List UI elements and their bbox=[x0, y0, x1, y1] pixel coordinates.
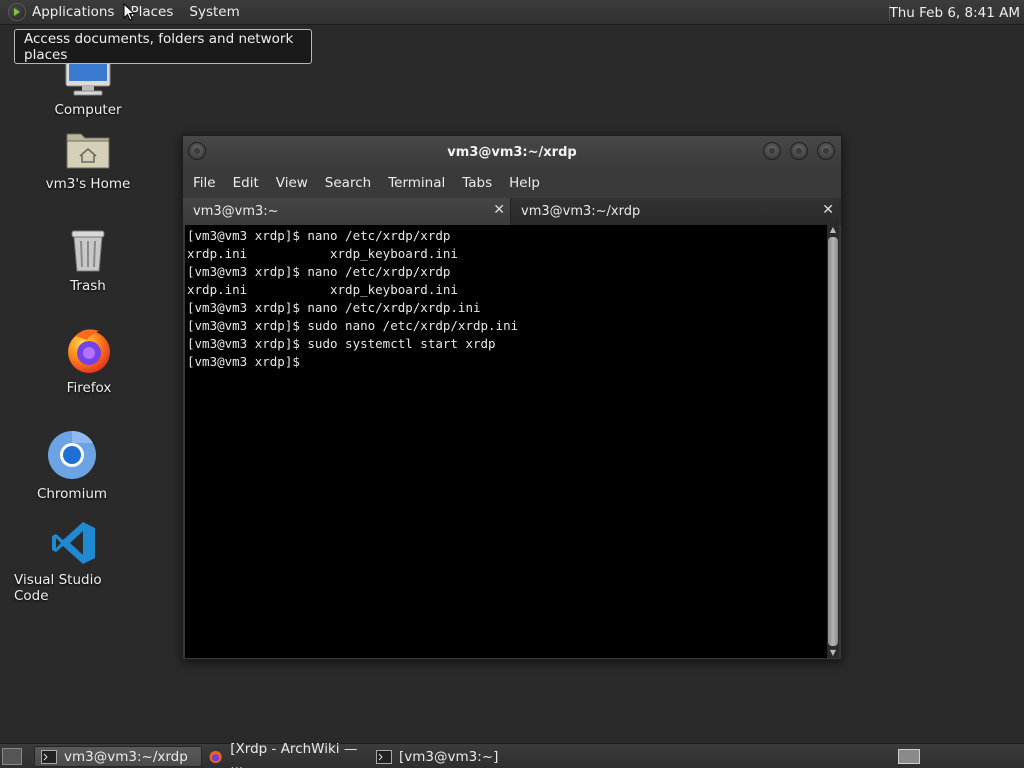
workspace-switcher[interactable] bbox=[898, 749, 920, 764]
terminal-tabbar: vm3@vm3:~ ✕ vm3@vm3:~/xrdp ✕ bbox=[183, 198, 841, 225]
desktop-icon-label: vm3's Home bbox=[45, 176, 131, 192]
computer-icon bbox=[65, 62, 111, 96]
close-window-button[interactable] bbox=[817, 142, 835, 160]
desktop-icon-label: Trash bbox=[70, 278, 106, 294]
desktop-icon-label: Computer bbox=[54, 102, 122, 118]
tab-label: vm3@vm3:~/xrdp bbox=[521, 204, 641, 219]
terminal-line: [vm3@vm3 xrdp]$ sudo nano /etc/xrdp/xrdp… bbox=[187, 318, 519, 333]
minimize-button[interactable] bbox=[763, 142, 781, 160]
terminal-menubar: File Edit View Search Terminal Tabs Help bbox=[183, 168, 841, 198]
desktop-icon-computer[interactable]: Computer bbox=[28, 62, 148, 118]
desktop-icon-vscode[interactable]: Visual Studio Code bbox=[14, 520, 134, 604]
maximize-button[interactable] bbox=[790, 142, 808, 160]
terminal-line: xrdp.ini xrdp_keyboard.ini bbox=[187, 282, 458, 297]
desktop-icon-chromium[interactable]: Chromium bbox=[12, 430, 132, 502]
show-desktop-button[interactable] bbox=[2, 748, 22, 765]
terminal-line: [vm3@vm3 xrdp]$ nano /etc/xrdp/xrdp.ini bbox=[187, 300, 481, 315]
menu-tabs[interactable]: Tabs bbox=[454, 168, 500, 198]
scroll-up-icon[interactable]: ▲ bbox=[827, 225, 839, 235]
terminal-window[interactable]: vm3@vm3:~/xrdp File Edit View Search Ter… bbox=[182, 135, 842, 660]
menu-system[interactable]: System bbox=[181, 0, 247, 25]
clock[interactable]: Thu Feb 6, 8:41 AM bbox=[889, 0, 1020, 25]
bottom-panel: vm3@vm3:~/xrdp [Xrdp - ArchWiki — ... [v… bbox=[0, 741, 1024, 768]
home-folder-icon bbox=[66, 133, 110, 169]
taskbar-item-firefox[interactable]: [Xrdp - ArchWiki — ... bbox=[202, 741, 368, 768]
mouse-cursor-icon bbox=[123, 3, 135, 21]
tab-close-icon[interactable]: ✕ bbox=[822, 202, 834, 218]
menu-view[interactable]: View bbox=[268, 168, 316, 198]
terminal-prompt: [vm3@vm3 xrdp]$ bbox=[187, 354, 308, 369]
window-titlebar[interactable]: vm3@vm3:~/xrdp bbox=[183, 136, 841, 168]
terminal-icon bbox=[41, 749, 57, 764]
window-title: vm3@vm3:~/xrdp bbox=[447, 144, 577, 160]
tab-home[interactable]: vm3@vm3:~ ✕ bbox=[183, 198, 511, 225]
places-tooltip: Access documents, folders and network pl… bbox=[14, 29, 312, 64]
desktop-icon-label: Visual Studio Code bbox=[14, 572, 102, 604]
desktop-icon-label: Firefox bbox=[66, 380, 112, 396]
menu-file[interactable]: File bbox=[185, 168, 224, 198]
desktop-icon-firefox[interactable]: Firefox bbox=[29, 326, 149, 396]
menu-edit[interactable]: Edit bbox=[225, 168, 267, 198]
taskbar-item-home-terminal[interactable]: [vm3@vm3:~] bbox=[370, 746, 540, 767]
terminal-output[interactable]: [vm3@vm3 xrdp]$ nano /etc/xrdp/xrdp xrdp… bbox=[185, 225, 827, 658]
terminal-scrollbar[interactable]: ▲ ▼ bbox=[827, 225, 839, 658]
trash-icon bbox=[71, 230, 105, 272]
chromium-icon bbox=[48, 430, 96, 479]
tab-xrdp[interactable]: vm3@vm3:~/xrdp ✕ bbox=[511, 198, 839, 225]
menu-search[interactable]: Search bbox=[317, 168, 379, 198]
terminal-line: [vm3@vm3 xrdp]$ nano /etc/xrdp/xrdp bbox=[187, 228, 451, 243]
taskbar-item-label: [Xrdp - ArchWiki — ... bbox=[230, 740, 358, 768]
window-menu-button[interactable] bbox=[188, 142, 206, 160]
menu-applications[interactable]: Applications bbox=[24, 0, 122, 25]
terminal-line: xrdp.ini xrdp_keyboard.ini bbox=[187, 246, 458, 261]
desktop-icon-label: Chromium bbox=[36, 486, 108, 502]
taskbar-item-label: [vm3@vm3:~] bbox=[399, 748, 499, 765]
terminal-icon bbox=[376, 749, 392, 764]
desktop-icon-trash[interactable]: Trash bbox=[28, 228, 148, 294]
taskbar-item-label: vm3@vm3:~/xrdp bbox=[64, 748, 188, 765]
vscode-icon bbox=[52, 522, 95, 564]
terminal-line: [vm3@vm3 xrdp]$ nano /etc/xrdp/xrdp bbox=[187, 264, 451, 279]
desktop-icon-home[interactable]: vm3's Home bbox=[28, 128, 148, 192]
menu-help[interactable]: Help bbox=[501, 168, 548, 198]
tab-label: vm3@vm3:~ bbox=[193, 204, 279, 219]
scroll-down-icon[interactable]: ▼ bbox=[827, 648, 839, 658]
firefox-icon bbox=[209, 750, 222, 763]
terminal-line: [vm3@vm3 xrdp]$ sudo systemctl start xrd… bbox=[187, 336, 496, 351]
firefox-icon bbox=[68, 329, 110, 373]
top-panel: Applications Places System Thu Feb 6, 8:… bbox=[0, 0, 1024, 25]
taskbar-item-xrdp-terminal[interactable]: vm3@vm3:~/xrdp bbox=[34, 746, 202, 767]
scrollbar-thumb[interactable] bbox=[828, 237, 838, 646]
menu-terminal[interactable]: Terminal bbox=[380, 168, 453, 198]
tab-close-icon[interactable]: ✕ bbox=[493, 202, 505, 218]
